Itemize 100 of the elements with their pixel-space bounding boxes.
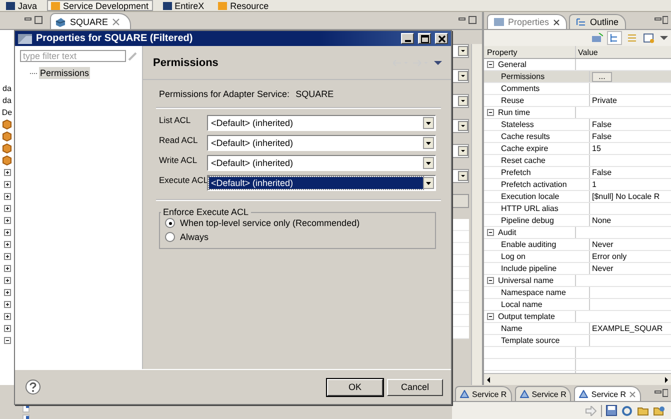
- collapse-icon[interactable]: [487, 109, 494, 116]
- minimize-maximize-icon[interactable]: [458, 16, 478, 25]
- dropdown-value: <Default> (inherited): [210, 157, 294, 169]
- property-name[interactable]: Execution locale: [484, 191, 590, 202]
- category-row[interactable]: Universal name: [484, 275, 576, 286]
- dialog-title: Properties for SQUARE (Filtered): [36, 33, 193, 44]
- perspective-icon: [218, 2, 228, 10]
- expand-icon[interactable]: [4, 289, 10, 296]
- property-name[interactable]: Reset cache: [484, 155, 590, 166]
- perspective-button[interactable]: EntireX: [158, 0, 208, 11]
- perspective-button[interactable]: Java: [2, 0, 42, 11]
- radio-button[interactable]: [165, 232, 175, 242]
- view-tab[interactable]: Properties: [487, 14, 568, 29]
- scrollbar[interactable]: [471, 44, 482, 385]
- properties-icon: [494, 18, 504, 26]
- tree-item[interactable]: Permissions: [39, 67, 90, 79]
- dropdown-value: <Default> (inherited): [210, 117, 294, 129]
- close-button[interactable]: [435, 33, 448, 44]
- expand-icon[interactable]: [4, 277, 10, 284]
- collapse-icon[interactable]: [487, 61, 494, 68]
- expand-icon[interactable]: [4, 229, 10, 236]
- dialog-button[interactable]: OK: [327, 378, 383, 396]
- folder-icon[interactable]: [637, 405, 649, 416]
- expand-icon[interactable]: [4, 325, 10, 332]
- category-row[interactable]: Audit: [484, 227, 576, 238]
- property-name[interactable]: Pipeline debug: [484, 215, 590, 226]
- radio-button[interactable]: [165, 218, 175, 228]
- view-tab[interactable]: Service R: [514, 386, 572, 401]
- tree-label[interactable]: De: [2, 107, 12, 118]
- acl-dropdown[interactable]: <Default> (inherited): [207, 155, 436, 171]
- column-header[interactable]: Property: [484, 46, 576, 58]
- property-name[interactable]: Template source: [484, 335, 590, 346]
- scrollbar[interactable]: [484, 373, 671, 385]
- dropdown-value: <Default> (inherited): [209, 177, 423, 189]
- minimize-maximize-icon[interactable]: [654, 388, 668, 398]
- property-name[interactable]: Cache expire: [484, 143, 590, 154]
- collapse-icon[interactable]: [487, 277, 494, 284]
- minimize-icon: [404, 40, 410, 42]
- minimize-maximize-icon[interactable]: [24, 16, 44, 25]
- perspective-button[interactable]: Resource: [214, 0, 273, 11]
- menu-icon[interactable]: [660, 35, 668, 41]
- expand-icon[interactable]: [4, 253, 10, 260]
- view-tab[interactable]: Service R: [455, 386, 512, 401]
- expand-icon[interactable]: [4, 193, 10, 200]
- browse-button[interactable]: ...: [592, 72, 612, 82]
- dialog-button[interactable]: Cancel: [387, 378, 443, 396]
- column-header[interactable]: Value: [576, 46, 671, 58]
- expand-icon[interactable]: [4, 169, 10, 176]
- filter-field[interactable]: type filter text: [20, 50, 126, 62]
- property-name[interactable]: Include pipeline: [484, 263, 590, 274]
- editor-tab[interactable]: SQUARE: [50, 13, 132, 29]
- property-name[interactable]: Stateless: [484, 119, 590, 130]
- property-name[interactable]: HTTP URL alias: [484, 203, 590, 214]
- property-name[interactable]: Reuse: [484, 95, 590, 106]
- close-icon[interactable]: [553, 18, 560, 26]
- property-name[interactable]: Prefetch: [484, 167, 590, 178]
- expand-icon[interactable]: [4, 301, 10, 308]
- acl-dropdown[interactable]: <Default> (inherited): [207, 115, 436, 131]
- property-name[interactable]: Namespace name: [484, 287, 590, 298]
- property-value: Error only: [592, 251, 627, 262]
- category-row[interactable]: Output template: [484, 311, 576, 322]
- property-name[interactable]: Prefetch activation: [484, 179, 590, 190]
- property-name[interactable]: Name: [484, 323, 590, 334]
- radio-option[interactable]: When top-level service only (Recommended): [165, 218, 429, 228]
- help-icon[interactable]: [25, 379, 41, 395]
- expand-icon[interactable]: [4, 181, 10, 188]
- tree-label[interactable]: da: [2, 95, 12, 106]
- collapse-icon[interactable]: [487, 313, 494, 320]
- perspective-button[interactable]: Service Development: [47, 0, 153, 11]
- field-label: List ACL: [159, 115, 192, 125]
- property-name[interactable]: Enable auditing: [484, 239, 590, 250]
- expand-icon[interactable]: [4, 205, 10, 212]
- property-name[interactable]: Log on: [484, 251, 590, 262]
- radio-option[interactable]: Always: [165, 232, 429, 242]
- view-tab[interactable]: Outline: [569, 14, 626, 29]
- expand-icon[interactable]: [4, 313, 10, 320]
- expand-icon[interactable]: [4, 217, 10, 224]
- tree-view-icon[interactable]: [608, 32, 621, 44]
- property-value: False: [592, 131, 612, 142]
- property-value: [$null] No Locale R: [592, 191, 660, 202]
- maximize-button[interactable]: [418, 33, 431, 44]
- expand-icon[interactable]: [4, 265, 10, 272]
- view-tab[interactable]: Service R: [574, 386, 642, 401]
- acl-dropdown[interactable]: <Default> (inherited): [207, 135, 436, 151]
- property-name[interactable]: Permissions: [484, 71, 590, 82]
- category-row[interactable]: General: [484, 59, 576, 70]
- collapse-icon[interactable]: [4, 337, 10, 344]
- tree-label[interactable]: da: [2, 83, 12, 94]
- navigation-arrows-icon[interactable]: [393, 58, 443, 66]
- minimize-button[interactable]: [401, 33, 414, 44]
- acl-dropdown[interactable]: <Default> (inherited): [207, 175, 436, 191]
- property-name[interactable]: Cache results: [484, 131, 590, 142]
- category-row[interactable]: Run time: [484, 107, 576, 118]
- property-name[interactable]: Comments: [484, 83, 590, 94]
- collapse-icon[interactable]: [487, 229, 494, 236]
- expand-icon[interactable]: [4, 241, 10, 248]
- minimize-maximize-icon[interactable]: [654, 16, 668, 25]
- property-name[interactable]: Local name: [484, 299, 590, 310]
- save-icon[interactable]: [606, 405, 617, 416]
- open-folder-icon[interactable]: [653, 405, 665, 416]
